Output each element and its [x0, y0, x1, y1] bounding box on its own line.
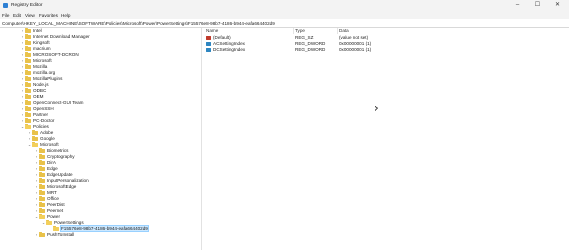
column-header-data[interactable]: Data [339, 28, 349, 34]
maximize-button[interactable]: ☐ [529, 0, 546, 11]
folder-open-icon [53, 226, 59, 231]
folder-icon [25, 40, 31, 45]
minimize-button[interactable]: – [509, 0, 526, 11]
folder-icon [39, 208, 45, 213]
menu-favorites[interactable]: Favorites [39, 13, 58, 18]
menu-view[interactable]: View [25, 13, 35, 18]
folder-icon [25, 34, 31, 39]
folder-icon [39, 190, 45, 195]
registry-editor-icon [3, 3, 8, 8]
folder-icon [25, 70, 31, 75]
mouse-cursor-icon [375, 106, 378, 111]
folder-icon [32, 136, 38, 141]
column-divider[interactable] [293, 28, 294, 34]
address-path[interactable]: Computer\HKEY_LOCAL_MACHINE\SOFTWARE\Pol… [2, 21, 275, 26]
folder-icon [39, 154, 45, 159]
folder-icon [25, 94, 31, 99]
menu-help[interactable]: Help [61, 13, 70, 18]
folder-icon [25, 28, 31, 33]
folder-open-icon [39, 214, 45, 219]
column-divider[interactable] [337, 28, 338, 34]
tree-item[interactable]: › PushToInstall [34, 232, 74, 238]
folder-icon [25, 118, 31, 123]
values-pane[interactable]: Name Type Data (Default) REG_SZ (value n… [203, 28, 569, 250]
folder-open-icon [32, 142, 38, 147]
folder-icon [39, 232, 45, 237]
value-type: REG_DWORD [295, 47, 326, 52]
folder-icon [25, 76, 31, 81]
folder-icon [39, 172, 45, 177]
folder-icon [25, 46, 31, 51]
menu-edit[interactable]: Edit [13, 13, 21, 18]
column-header-name[interactable]: Name [206, 28, 218, 34]
folder-icon [39, 184, 45, 189]
folder-icon [25, 106, 31, 111]
address-bar[interactable]: Computer\HKEY_LOCAL_MACHINE\SOFTWARE\Pol… [0, 19, 569, 28]
folder-open-icon [25, 124, 31, 129]
folder-open-icon [46, 220, 52, 225]
folder-icon [39, 166, 45, 171]
folder-icon [39, 178, 45, 183]
folder-icon [39, 202, 45, 207]
folder-icon [25, 58, 31, 63]
close-button[interactable]: ✕ [549, 0, 566, 11]
column-header-type[interactable]: Type [295, 28, 305, 34]
window-title: Registry Editor [11, 3, 43, 8]
string-value-icon [206, 36, 211, 40]
folder-icon [25, 64, 31, 69]
pane-splitter[interactable] [201, 28, 202, 250]
title-bar: Registry Editor – ☐ ✕ [0, 0, 569, 11]
folder-icon [39, 148, 45, 153]
folder-icon [25, 88, 31, 93]
value-name: DCSettingIndex [213, 47, 246, 52]
menu-bar: File Edit View Favorites Help [0, 11, 569, 19]
folder-icon [25, 52, 31, 57]
folder-icon [25, 112, 31, 117]
dword-value-icon [206, 42, 211, 46]
folder-icon [32, 130, 38, 135]
menu-file[interactable]: File [2, 13, 9, 18]
folder-icon [25, 100, 31, 105]
folder-icon [25, 82, 31, 87]
folder-icon [39, 160, 45, 165]
dword-value-icon [206, 48, 211, 52]
value-data: 0x00000001 (1) [339, 47, 372, 52]
value-row[interactable]: DCSettingIndex REG_DWORD 0x00000001 (1) [203, 47, 569, 53]
key-tree[interactable]: › Intel › Internet Download Manager › Kings… [0, 28, 201, 250]
folder-icon [39, 196, 45, 201]
